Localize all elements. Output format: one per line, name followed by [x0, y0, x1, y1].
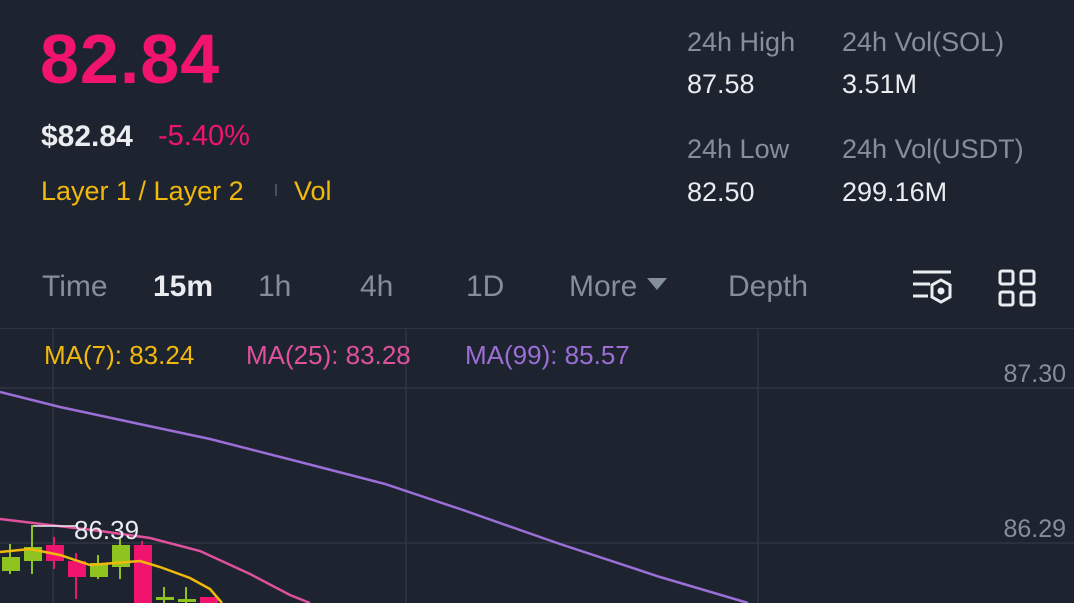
- tab-depth[interactable]: Depth: [728, 270, 808, 304]
- vol-tag[interactable]: Vol: [294, 176, 332, 207]
- category-tag[interactable]: Layer 1 / Layer 2: [41, 176, 244, 207]
- chart-settings-icon[interactable]: [910, 268, 954, 308]
- tag-separator: [275, 184, 277, 196]
- tab-time[interactable]: Time: [42, 270, 108, 304]
- low-value: 82.50: [687, 177, 755, 207]
- usd-price: $82.84: [41, 120, 133, 153]
- caret-down-icon: [647, 278, 668, 291]
- tab-more-label: More: [569, 270, 638, 303]
- ma25-legend: MA(25): 83.28: [246, 340, 411, 370]
- tab-1d[interactable]: 1D: [466, 270, 504, 304]
- candle-up: [2, 557, 20, 571]
- price-axis-label: 86.29: [1003, 515, 1066, 543]
- tab-1h[interactable]: 1h: [258, 270, 291, 304]
- vol-base-label: 24h Vol(SOL): [842, 27, 1005, 57]
- price-axis-label: 87.30: [1003, 360, 1066, 388]
- tab-15m[interactable]: 15m: [153, 270, 213, 304]
- low-label: 24h Low: [687, 134, 790, 164]
- vol-quote-label: 24h Vol(USDT): [842, 134, 1024, 164]
- tab-4h[interactable]: 4h: [360, 270, 393, 304]
- tab-more[interactable]: More: [569, 270, 668, 304]
- high-label: 24h High: [687, 27, 796, 57]
- candle-down: [134, 545, 152, 603]
- candle-down: [200, 597, 218, 603]
- high-value: 87.58: [687, 69, 755, 99]
- vol-quote-value: 299.16M: [842, 177, 948, 207]
- change-percent: -5.40%: [158, 120, 250, 152]
- ma99-legend: MA(99): 85.57: [465, 340, 630, 370]
- candle-up: [178, 599, 196, 602]
- high-marker-label: 86.39: [74, 515, 139, 545]
- last-price: 82.84: [40, 20, 221, 98]
- ma7-legend: MA(7): 83.24: [44, 340, 195, 370]
- candle-up: [156, 597, 174, 600]
- vol-base-value: 3.51M: [842, 69, 918, 99]
- interval-tabs: Time 15m 1h 4h 1D More Depth: [0, 265, 1074, 315]
- grid-layout-icon[interactable]: [997, 268, 1037, 308]
- ma99-line: [0, 390, 749, 603]
